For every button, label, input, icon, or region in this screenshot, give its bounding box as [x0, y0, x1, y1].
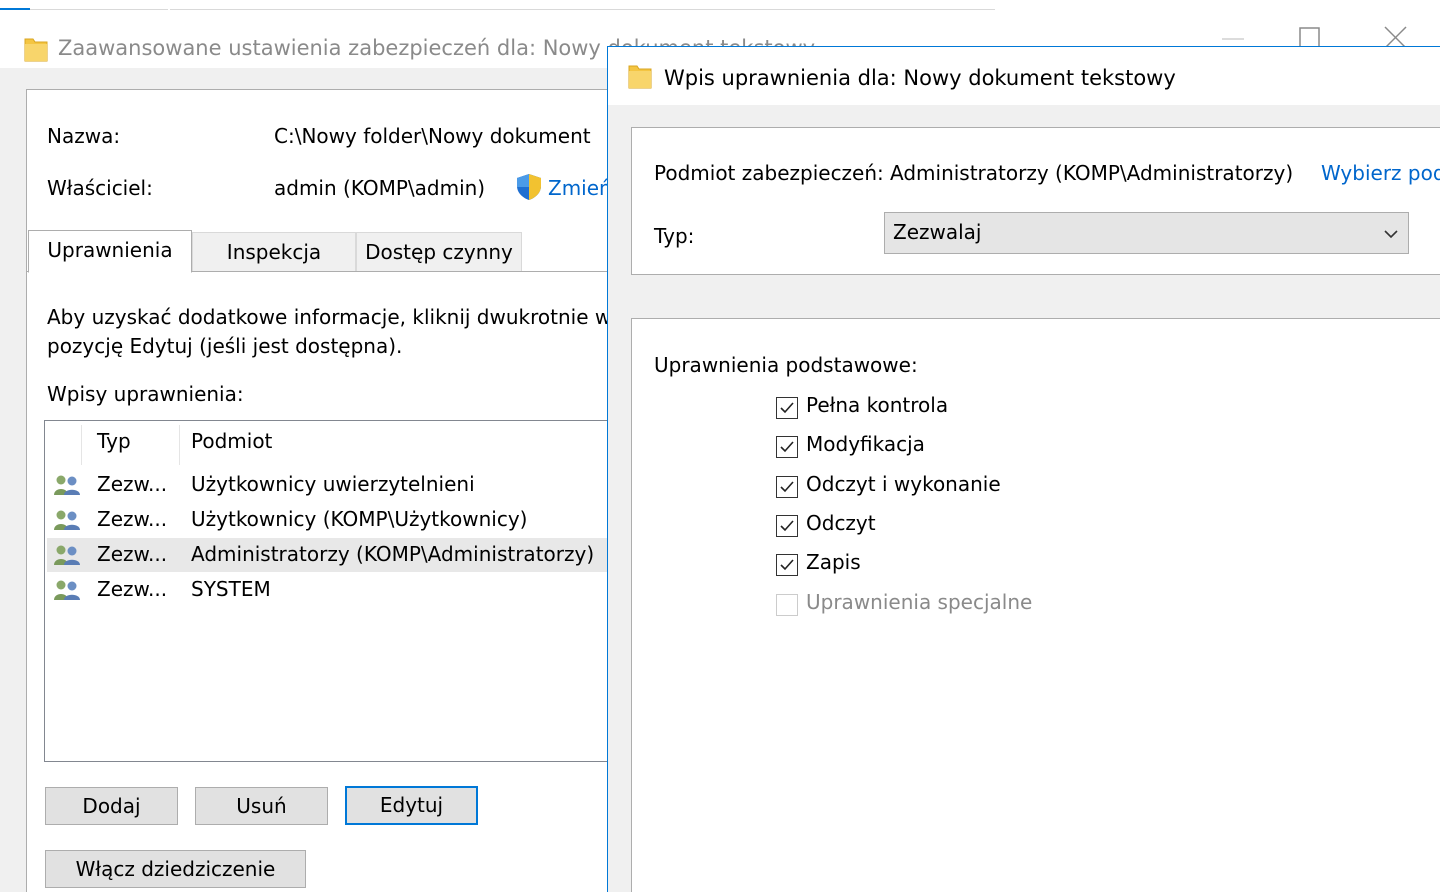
checkbox-label: Zapis [806, 550, 861, 574]
checkbox-box[interactable] [776, 554, 798, 576]
checkbox-box [776, 594, 798, 616]
change-owner-link[interactable]: Zmień [548, 176, 612, 200]
entry-principal: SYSTEM [191, 577, 271, 601]
info-text-line1: Aby uzyskać dodatkowe informacje, klikni… [47, 305, 612, 329]
checkbox-label: Odczyt i wykonanie [806, 472, 1001, 496]
checkbox-read-execute[interactable]: Odczyt i wykonanie [776, 472, 1026, 502]
checkbox-modify[interactable]: Modyfikacja [776, 432, 1026, 462]
select-principal-link[interactable]: Wybierz pod [1321, 161, 1440, 185]
tab-auditing[interactable]: Inspekcja [192, 232, 356, 272]
entry-type: Zezw... [97, 542, 168, 566]
type-select-value: Zezwalaj [893, 220, 982, 244]
info-text-line2: pozycję Edytuj (jeśli jest dostępna). [47, 334, 403, 358]
column-header-principal[interactable]: Podmiot [191, 429, 272, 453]
entry-principal: Użytkownicy uwierzytelnieni [191, 472, 475, 496]
dialog-title: Wpis uprawnienia dla: Nowy dokument teks… [664, 66, 1176, 90]
table-row[interactable]: Zezw... SYSTEM [47, 573, 643, 607]
checkmark-icon [780, 481, 794, 493]
users-group-icon [54, 580, 80, 600]
principal-label: Podmiot zabezpieczeń: [654, 161, 884, 185]
entry-type: Zezw... [97, 577, 168, 601]
checkbox-full-control[interactable]: Pełna kontrola [776, 393, 1026, 423]
tab-effective-access[interactable]: Dostęp czynny [356, 232, 522, 272]
uac-shield-icon [517, 174, 541, 200]
type-select[interactable]: Zezwalaj [884, 212, 1409, 254]
checkbox-box[interactable] [776, 476, 798, 498]
checkbox-read[interactable]: Odczyt [776, 511, 1026, 541]
table-row[interactable]: Zezw... Użytkownicy (KOMP\Użytkownicy) [47, 503, 643, 537]
checkbox-label: Odczyt [806, 511, 876, 535]
enable-inheritance-button[interactable]: Włącz dziedziczenie [45, 850, 306, 888]
column-header-type[interactable]: Typ [97, 429, 131, 453]
checkmark-icon [780, 402, 794, 414]
users-group-icon [54, 475, 80, 495]
entry-principal: Użytkownicy (KOMP\Użytkownicy) [191, 507, 528, 531]
type-label: Typ: [654, 224, 695, 248]
checkbox-write[interactable]: Zapis [776, 550, 1026, 580]
checkmark-icon [780, 520, 794, 532]
checkbox-box[interactable] [776, 397, 798, 419]
top-edge [0, 0, 1440, 10]
permission-entries-list[interactable]: Typ Podmiot Zezw... Użytkownicy uwierzyt… [44, 420, 644, 762]
checkbox-box[interactable] [776, 436, 798, 458]
principal-value: Administratorzy (KOMP\Administratorzy) [890, 161, 1294, 185]
checkbox-label: Pełna kontrola [806, 393, 949, 417]
checkbox-box[interactable] [776, 515, 798, 537]
folder-icon [628, 65, 652, 89]
entry-type: Zezw... [97, 507, 168, 531]
checkbox-label: Uprawnienia specjalne [806, 590, 1033, 614]
remove-button[interactable]: Usuń [195, 787, 328, 825]
checkbox-label: Modyfikacja [806, 432, 925, 456]
entry-type: Zezw... [97, 472, 168, 496]
dialog-title-bar: Wpis uprawnienia dla: Nowy dokument teks… [608, 47, 1440, 105]
owner-value: admin (KOMP\admin) [274, 176, 486, 200]
basic-permissions-label: Uprawnienia podstawowe: [654, 353, 918, 377]
column-separator [179, 425, 180, 465]
users-group-icon [54, 510, 80, 530]
folder-icon [24, 38, 48, 62]
permissions-section [631, 318, 1440, 892]
table-row[interactable]: Zezw... Użytkownicy uwierzytelnieni [47, 468, 643, 502]
name-value: C:\Nowy folder\Nowy dokument [274, 124, 591, 148]
column-separator [81, 425, 82, 465]
checkmark-icon [780, 441, 794, 453]
tab-permissions[interactable]: Uprawnienia [28, 230, 192, 273]
permission-entry-dialog: Wpis uprawnienia dla: Nowy dokument teks… [607, 46, 1440, 892]
users-group-icon [54, 545, 80, 565]
entry-principal: Administratorzy (KOMP\Administratorzy) [191, 542, 595, 566]
add-button[interactable]: Dodaj [45, 787, 178, 825]
checkmark-icon [780, 559, 794, 571]
edit-button[interactable]: Edytuj [345, 786, 478, 825]
name-label: Nazwa: [47, 124, 121, 148]
owner-label: Właściciel: [47, 176, 153, 200]
table-row-selected[interactable]: Zezw... Administratorzy (KOMP\Administra… [47, 538, 643, 572]
chevron-down-icon [1384, 230, 1398, 239]
entries-label: Wpisy uprawnienia: [47, 382, 244, 406]
checkbox-special-permissions: Uprawnienia specjalne [776, 590, 1032, 620]
